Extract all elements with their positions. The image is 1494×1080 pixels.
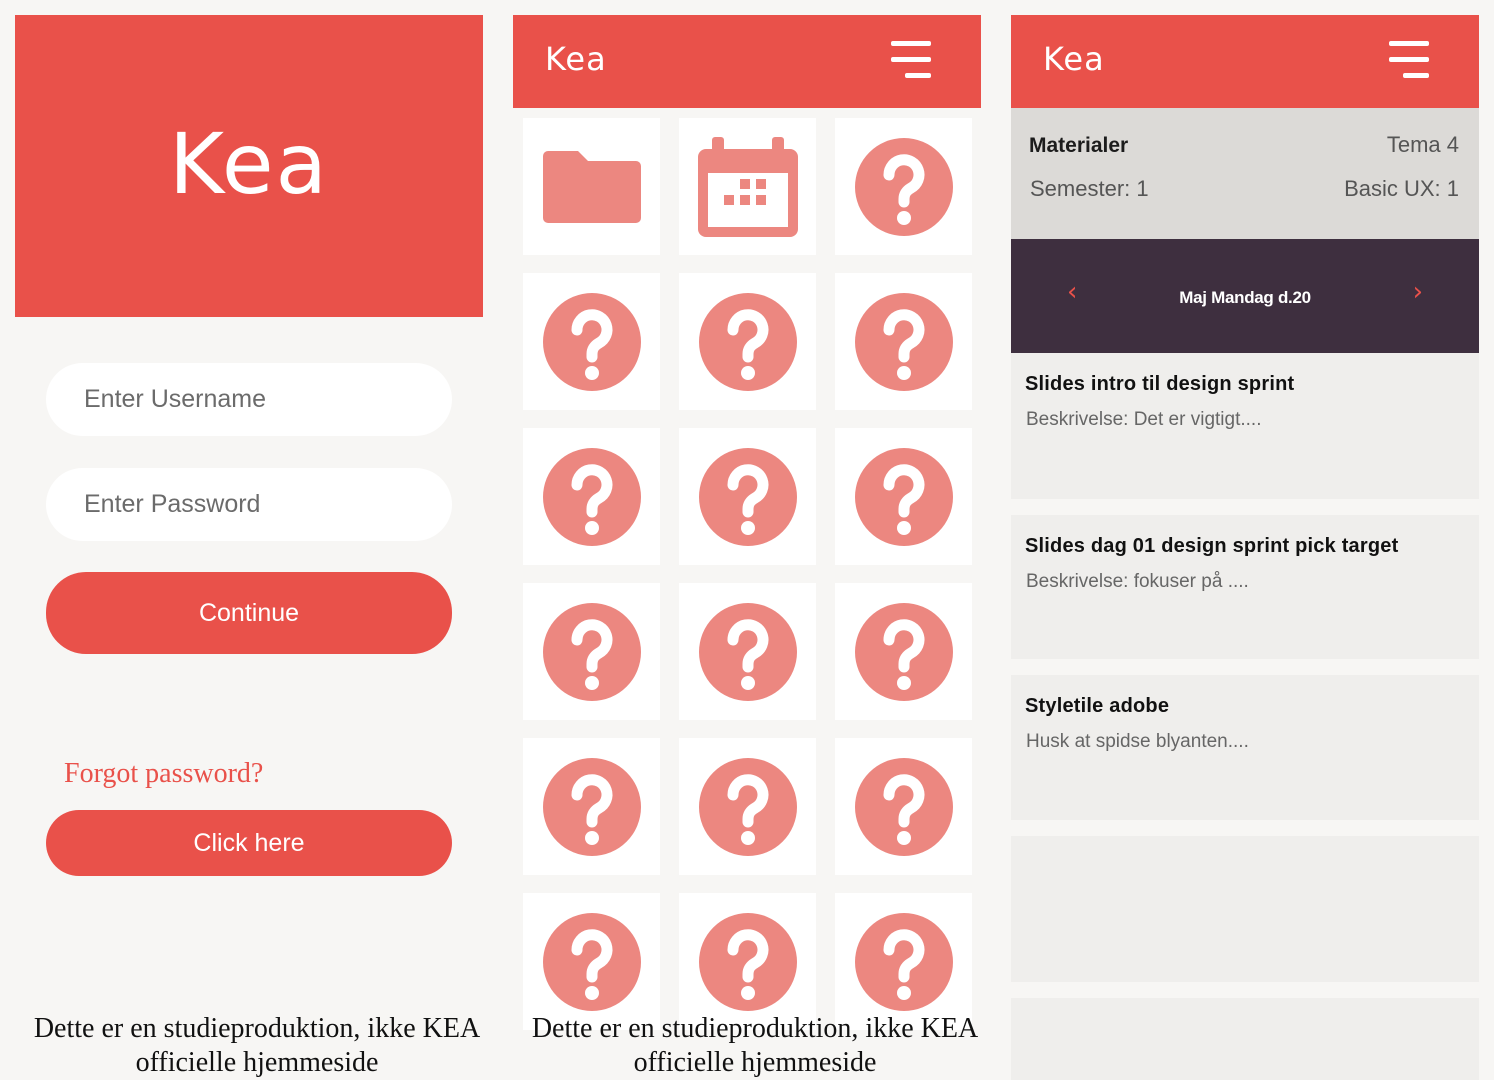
date-navigator: ‹ Maj Mandag d.20 ›: [1011, 239, 1479, 353]
disclaimer-line-1: Dette er en studieproduktion, ikke KEA: [33, 1013, 481, 1044]
next-day-icon[interactable]: ›: [1413, 277, 1423, 307]
grid-tile[interactable]: [835, 273, 972, 410]
help-icon: [542, 292, 642, 392]
grid-tile[interactable]: [679, 583, 816, 720]
basic-ux-label: Basic UX: 1: [1344, 176, 1459, 201]
grid-tile[interactable]: [835, 428, 972, 565]
username-input[interactable]: [46, 363, 452, 436]
material-card[interactable]: Slides dag 01 design sprint pick target …: [1011, 515, 1479, 659]
help-icon: [542, 602, 642, 702]
help-icon: [698, 602, 798, 702]
material-card-empty: [1011, 998, 1479, 1080]
disclaimer-footer: Dette er en studieproduktion, ikke KEA o…: [8, 1012, 506, 1080]
grid-tile[interactable]: [679, 273, 816, 410]
help-icon: [854, 447, 954, 547]
disclaimer-line-2: officielle hjemmeside: [135, 1047, 379, 1078]
grid-tile[interactable]: [523, 428, 660, 565]
login-hero: Kea: [15, 15, 483, 317]
help-icon: [854, 757, 954, 857]
grid-tile[interactable]: [523, 118, 660, 255]
forgot-password-text: Forgot password?: [64, 758, 264, 789]
material-title: Slides intro til design sprint: [1025, 373, 1295, 395]
password-input[interactable]: [46, 468, 452, 541]
folder-icon: [542, 149, 642, 225]
date-label: Maj Mandag d.20: [1179, 288, 1311, 307]
material-card[interactable]: Slides intro til design sprint Beskrivel…: [1011, 353, 1479, 499]
kea-logo: Kea: [168, 115, 330, 213]
semester-label: Semester: 1: [1030, 176, 1149, 201]
kea-logo: Kea: [545, 40, 607, 78]
help-icon: [854, 137, 954, 237]
grid-tile[interactable]: [679, 118, 816, 255]
material-title: Styletile adobe: [1025, 695, 1170, 717]
material-description: Husk at spidse blyanten....: [1026, 731, 1249, 752]
grid-tile[interactable]: [523, 738, 660, 875]
material-title: Slides dag 01 design sprint pick target: [1025, 535, 1399, 557]
material-card-empty: [1011, 836, 1479, 982]
material-description: Beskrivelse: Det er vigtigt....: [1026, 409, 1262, 430]
help-icon: [854, 292, 954, 392]
grid-tile[interactable]: [679, 893, 816, 1030]
material-description: Beskrivelse: fokuser på ....: [1026, 571, 1249, 592]
disclaimer-footer: Dette er en studieproduktion, ikke KEA o…: [506, 1012, 1004, 1080]
continue-button[interactable]: Continue: [46, 572, 452, 654]
disclaimer-line-2: officielle hjemmeside: [633, 1047, 877, 1078]
grid-tile[interactable]: [835, 738, 972, 875]
materials-header: Kea: [1011, 15, 1479, 108]
help-icon: [698, 757, 798, 857]
help-icon: [854, 602, 954, 702]
grid-header: Kea: [513, 15, 981, 108]
calendar-icon: [697, 136, 798, 237]
grid-tile[interactable]: [835, 893, 972, 1030]
grid-tile[interactable]: [835, 118, 972, 255]
help-icon: [698, 447, 798, 547]
course-info-bar: Materialer Tema 4 Semester: 1 Basic UX: …: [1011, 108, 1479, 239]
material-card[interactable]: Styletile adobe Husk at spidse blyanten.…: [1011, 675, 1479, 820]
grid-tile[interactable]: [679, 428, 816, 565]
grid-tile[interactable]: [679, 738, 816, 875]
help-icon: [542, 912, 642, 1012]
tema-label: Tema 4: [1386, 132, 1459, 157]
grid-tile[interactable]: [523, 273, 660, 410]
grid-tile[interactable]: [523, 583, 660, 720]
page-title: Materialer: [1029, 134, 1129, 157]
help-icon: [854, 912, 954, 1012]
disclaimer-line-1: Dette er en studieproduktion, ikke KEA: [531, 1013, 979, 1044]
hamburger-menu-icon[interactable]: [891, 41, 933, 83]
help-icon: [542, 447, 642, 547]
click-here-button[interactable]: Click here: [46, 810, 452, 876]
help-icon: [542, 757, 642, 857]
grid-tile[interactable]: [523, 893, 660, 1030]
help-icon: [698, 292, 798, 392]
kea-logo: Kea: [1043, 40, 1105, 78]
grid-tile[interactable]: [835, 583, 972, 720]
hamburger-menu-icon[interactable]: [1389, 41, 1431, 83]
help-icon: [698, 912, 798, 1012]
